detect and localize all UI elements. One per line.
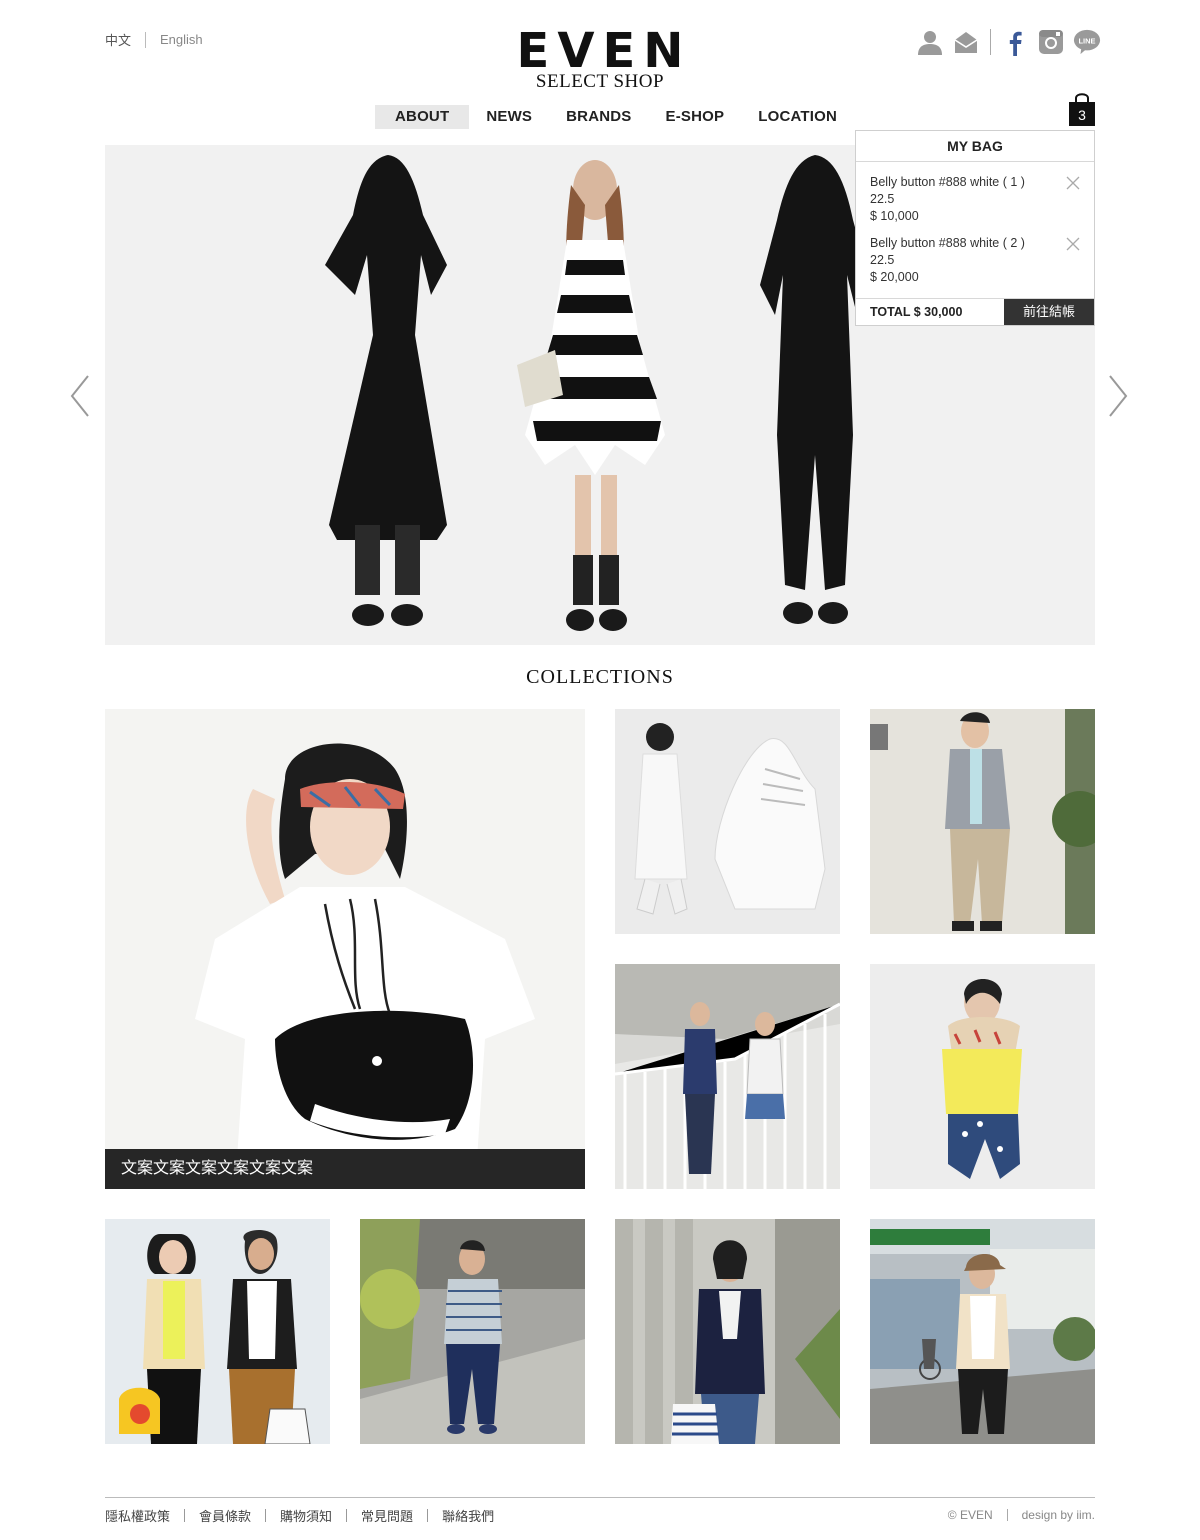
svg-text:LINE: LINE <box>1079 36 1096 45</box>
footer-links: 隱私權政策 會員條款 購物須知 常見問題 聯絡我們 <box>105 1506 494 1525</box>
line-icon[interactable]: LINE <box>1073 28 1101 56</box>
collection-image <box>105 709 585 1189</box>
facebook-icon[interactable] <box>1001 28 1029 56</box>
mail-icon[interactable] <box>952 28 980 56</box>
divider <box>265 1509 267 1522</box>
shopping-bag-button[interactable]: 3 <box>1069 90 1095 126</box>
lang-chinese-link[interactable]: 中文 <box>105 30 131 49</box>
cart-item: Belly button #888 white ( 2 ) 22.5 $ 20,… <box>870 235 1080 286</box>
designer-credit-link[interactable]: design by iim. <box>1022 1508 1095 1522</box>
remove-item-button[interactable] <box>1066 176 1080 190</box>
footer-link-shopping-guide[interactable]: 購物須知 <box>280 1506 332 1525</box>
featured-caption: 文案文案文案文案文案文案 <box>105 1149 585 1189</box>
cart-item-name: Belly button #888 white ( 2 ) <box>870 236 1025 250</box>
slider-next-button[interactable] <box>1108 375 1128 417</box>
chevron-right-icon <box>1109 375 1128 417</box>
remove-item-button[interactable] <box>1066 237 1080 251</box>
cart-item-name: Belly button #888 white ( 1 ) <box>870 175 1025 189</box>
collection-image <box>360 1219 585 1444</box>
divider <box>990 29 991 55</box>
instagram-icon[interactable] <box>1037 28 1065 56</box>
collection-image <box>870 709 1095 934</box>
lang-english-link[interactable]: English <box>160 32 203 47</box>
collection-image <box>615 709 840 934</box>
collection-tile[interactable] <box>360 1219 585 1444</box>
collection-tile[interactable] <box>870 1219 1095 1444</box>
footer-link-faq[interactable]: 常見問題 <box>361 1506 413 1525</box>
collection-tile[interactable] <box>105 1219 330 1444</box>
cart-dropdown: MY BAG Belly button #888 white ( 1 ) 22.… <box>855 130 1095 326</box>
cart-item-list: Belly button #888 white ( 1 ) 22.5 $ 10,… <box>856 162 1094 286</box>
cart-footer: TOTAL $ 30,000 前往結帳 <box>856 298 1094 325</box>
user-icon[interactable] <box>916 28 944 56</box>
cart-item-size: 22.5 <box>870 192 895 206</box>
divider <box>427 1509 429 1522</box>
copyright-text: © EVEN <box>947 1508 993 1522</box>
footer-divider <box>105 1497 1095 1498</box>
cart-item-price: $ 20,000 <box>870 270 919 284</box>
footer-link-contact[interactable]: 聯絡我們 <box>442 1506 494 1525</box>
nav-item-brands[interactable]: BRANDS <box>549 105 648 129</box>
divider <box>184 1509 186 1522</box>
close-icon <box>1066 237 1080 251</box>
collection-tile[interactable] <box>615 964 840 1189</box>
cart-item-price: $ 10,000 <box>870 209 919 223</box>
cart-title: MY BAG <box>856 131 1094 162</box>
nav-item-news[interactable]: NEWS <box>469 105 549 129</box>
divider <box>145 31 147 48</box>
header-icons: LINE <box>916 28 1109 56</box>
cart-total: TOTAL $ 30,000 <box>870 305 963 319</box>
bag-count-badge: 3 <box>1069 104 1095 126</box>
collection-image <box>870 1219 1095 1444</box>
divider <box>346 1509 348 1522</box>
close-icon <box>1066 176 1080 190</box>
collection-image <box>615 964 840 1189</box>
nav-item-location[interactable]: LOCATION <box>741 105 854 129</box>
footer-credits: © EVEN design by iim. <box>948 1508 1095 1522</box>
main-nav: ABOUT NEWS BRANDS E-SHOP LOCATION <box>375 105 854 129</box>
collection-tile[interactable] <box>615 1219 840 1444</box>
cart-item: Belly button #888 white ( 1 ) 22.5 $ 10,… <box>870 174 1080 225</box>
nav-item-eshop[interactable]: E-SHOP <box>649 105 742 129</box>
language-switcher: 中文 English <box>105 30 203 49</box>
nav-item-about[interactable]: ABOUT <box>375 105 470 129</box>
chevron-left-icon <box>70 375 89 417</box>
footer-link-terms[interactable]: 會員條款 <box>199 1506 251 1525</box>
collection-tile[interactable] <box>615 709 840 934</box>
logo-wordmark: EVEN <box>516 23 692 79</box>
brand-logo[interactable]: EVEN SELECT SHOP <box>500 23 700 92</box>
collection-image <box>615 1219 840 1444</box>
slider-prev-button[interactable] <box>70 375 90 417</box>
collection-image <box>870 964 1095 1189</box>
footer-link-privacy[interactable]: 隱私權政策 <box>105 1506 170 1525</box>
collection-tile[interactable] <box>870 964 1095 1189</box>
collection-tile[interactable] <box>870 709 1095 934</box>
divider <box>1006 1509 1008 1521</box>
collection-featured-tile[interactable]: 文案文案文案文案文案文案 <box>105 709 585 1189</box>
checkout-button[interactable]: 前往結帳 <box>1004 299 1094 325</box>
cart-item-size: 22.5 <box>870 253 895 267</box>
collections-heading: COLLECTIONS <box>526 666 674 688</box>
collection-image <box>105 1219 330 1444</box>
